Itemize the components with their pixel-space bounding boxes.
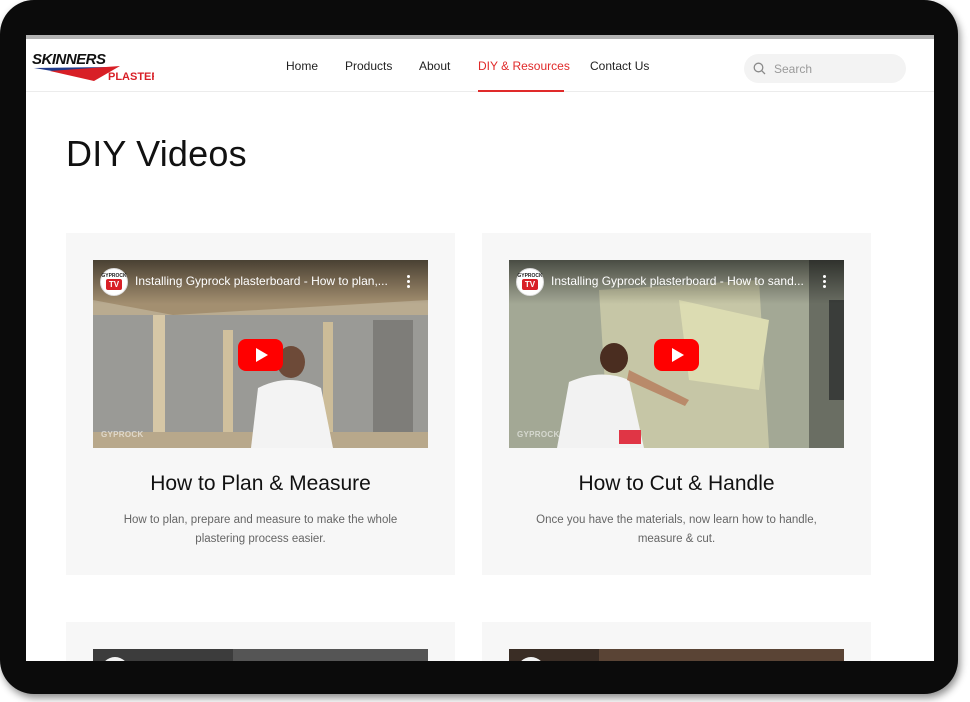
nav-contact-us[interactable]: Contact Us bbox=[590, 59, 649, 73]
search-icon bbox=[753, 62, 766, 75]
video-embed-cut-handle[interactable]: GYPROCK TV Installing Gyprock plasterboa… bbox=[509, 260, 844, 448]
nav-about[interactable]: About bbox=[419, 59, 450, 73]
nav-diy-resources[interactable]: DIY & Resources bbox=[478, 59, 570, 73]
youtube-play-button[interactable] bbox=[238, 339, 283, 371]
card-title: How to Cut & Handle bbox=[578, 472, 775, 495]
active-nav-indicator bbox=[478, 90, 564, 92]
nav-home[interactable]: Home bbox=[286, 59, 318, 73]
video-embed[interactable] bbox=[93, 649, 428, 661]
tablet-frame: SKINNERS PLASTER Home Products About DIY… bbox=[0, 0, 958, 694]
video-title[interactable]: Installing Gyprock plasterboard - How to… bbox=[135, 274, 389, 288]
search-input[interactable] bbox=[772, 59, 898, 79]
more-options-icon[interactable] bbox=[407, 275, 410, 288]
video-card: GYPROCK TV Installing Gyprock plasterboa… bbox=[482, 233, 871, 575]
more-options-icon[interactable] bbox=[823, 275, 826, 288]
card-description: How to plan, prepare and measure to make… bbox=[123, 514, 398, 545]
video-title[interactable]: Installing Gyprock plasterboard - How to… bbox=[551, 274, 805, 288]
video-card: GYPROCK TV Installing Gyprock plasterboa… bbox=[66, 233, 455, 575]
logo-subword: PLASTER bbox=[108, 71, 154, 83]
page-title: DIY Videos bbox=[66, 133, 247, 174]
channel-badge-bottom: TV bbox=[106, 279, 122, 290]
search-box[interactable] bbox=[744, 54, 906, 83]
video-watermark: GYPROCK bbox=[101, 430, 144, 439]
video-watermark: GYPROCK bbox=[517, 430, 560, 439]
video-thumbnail bbox=[93, 649, 428, 661]
video-card bbox=[66, 622, 455, 661]
gyprock-tv-channel-icon[interactable]: GYPROCK TV bbox=[516, 268, 544, 296]
video-thumbnail bbox=[509, 649, 844, 661]
logo-wordmark: SKINNERS bbox=[32, 51, 106, 68]
video-card bbox=[482, 622, 871, 661]
video-embed-plan-measure[interactable]: GYPROCK TV Installing Gyprock plasterboa… bbox=[93, 260, 428, 448]
browser-viewport: SKINNERS PLASTER Home Products About DIY… bbox=[26, 35, 934, 661]
video-embed[interactable] bbox=[509, 649, 844, 661]
channel-badge-bottom: TV bbox=[522, 279, 538, 290]
card-description: Once you have the materials, now learn h… bbox=[536, 514, 817, 545]
youtube-play-button[interactable] bbox=[654, 339, 699, 371]
card-title: How to Plan & Measure bbox=[150, 472, 371, 495]
skinners-plaster-logo[interactable]: SKINNERS PLASTER bbox=[30, 51, 159, 85]
gyprock-tv-channel-icon[interactable]: GYPROCK TV bbox=[100, 268, 128, 296]
nav-products[interactable]: Products bbox=[345, 59, 392, 73]
site-header: SKINNERS PLASTER Home Products About DIY… bbox=[26, 35, 934, 92]
